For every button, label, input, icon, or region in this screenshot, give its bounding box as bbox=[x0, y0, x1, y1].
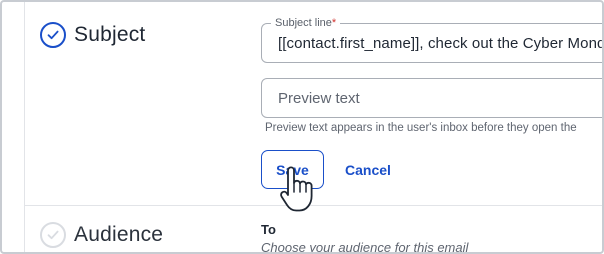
preview-text-input[interactable] bbox=[262, 79, 602, 117]
left-border-rule bbox=[24, 2, 25, 252]
audience-section-header[interactable]: Audience bbox=[40, 222, 163, 248]
subject-section-title: Subject bbox=[74, 23, 146, 46]
subject-line-value: [[contact.first_name]], check out the Cy… bbox=[278, 35, 604, 52]
hand-pointer-cursor-icon bbox=[280, 166, 313, 212]
preview-text-helper: Preview text appears in the user's inbox… bbox=[265, 122, 577, 134]
subject-line-field[interactable]: Subject line* [[contact.first_name]], ch… bbox=[261, 16, 604, 63]
audience-section-title: Audience bbox=[74, 223, 164, 246]
preview-text-field[interactable] bbox=[261, 78, 602, 118]
subject-section-header[interactable]: Subject bbox=[40, 22, 145, 48]
check-circle-icon bbox=[40, 22, 66, 48]
required-marker: * bbox=[331, 17, 337, 29]
campaign-editor-panel: Subject Subject line* [[contact.first_na… bbox=[0, 0, 604, 254]
check-circle-outline-icon bbox=[40, 222, 66, 248]
cancel-button[interactable]: Cancel bbox=[337, 150, 399, 189]
audience-to-label: To bbox=[261, 222, 276, 237]
subject-line-label: Subject line* bbox=[271, 16, 341, 30]
audience-description: Choose your audience for this email bbox=[261, 240, 469, 254]
